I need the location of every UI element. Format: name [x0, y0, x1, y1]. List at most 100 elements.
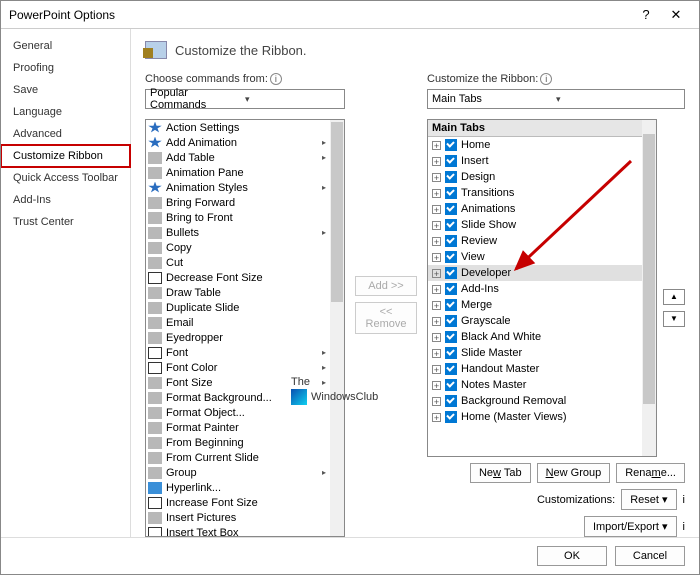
checkbox[interactable]	[445, 251, 457, 263]
import-export-button[interactable]: Import/Export ▾	[584, 516, 677, 537]
command-item[interactable]: Animation Styles▸	[146, 180, 330, 195]
command-item[interactable]: Font Size▸	[146, 375, 330, 390]
expand-icon[interactable]: +	[432, 381, 441, 390]
command-item[interactable]: Animation Pane	[146, 165, 330, 180]
cancel-button[interactable]: Cancel	[615, 546, 685, 566]
command-item[interactable]: Bring Forward	[146, 195, 330, 210]
expand-icon[interactable]: +	[432, 189, 441, 198]
expand-icon[interactable]: +	[432, 365, 441, 374]
expand-icon[interactable]: +	[432, 269, 441, 278]
command-item[interactable]: Format Background...	[146, 390, 330, 405]
checkbox[interactable]	[445, 331, 457, 343]
expand-icon[interactable]: +	[432, 349, 441, 358]
tab-item-handout-master[interactable]: +Handout Master	[428, 361, 642, 377]
checkbox[interactable]	[445, 363, 457, 375]
command-item[interactable]: Bring to Front	[146, 210, 330, 225]
sidebar-item-trust-center[interactable]: Trust Center	[1, 211, 130, 233]
expand-icon[interactable]: +	[432, 173, 441, 182]
tab-item-merge[interactable]: +Merge	[428, 297, 642, 313]
scrollbar[interactable]	[330, 120, 344, 536]
tab-item-notes-master[interactable]: +Notes Master	[428, 377, 642, 393]
expand-icon[interactable]: +	[432, 205, 441, 214]
checkbox[interactable]	[445, 235, 457, 247]
checkbox[interactable]	[445, 283, 457, 295]
checkbox[interactable]	[445, 299, 457, 311]
sidebar-item-quick-access-toolbar[interactable]: Quick Access Toolbar	[1, 167, 130, 189]
tab-item-developer[interactable]: +Developer	[428, 265, 642, 281]
checkbox[interactable]	[445, 219, 457, 231]
tab-item-home-master-views-[interactable]: +Home (Master Views)	[428, 409, 642, 425]
command-item[interactable]: From Beginning	[146, 435, 330, 450]
checkbox[interactable]	[445, 187, 457, 199]
command-item[interactable]: Font▸	[146, 345, 330, 360]
tab-item-insert[interactable]: +Insert	[428, 153, 642, 169]
rename-button[interactable]: Rename...	[616, 463, 685, 483]
move-down-button[interactable]: ▼	[663, 311, 685, 327]
tab-item-black-and-white[interactable]: +Black And White	[428, 329, 642, 345]
tab-item-view[interactable]: +View	[428, 249, 642, 265]
checkbox[interactable]	[445, 395, 457, 407]
reset-button[interactable]: Reset ▾	[621, 489, 676, 510]
command-item[interactable]: Group▸	[146, 465, 330, 480]
command-item[interactable]: Eyedropper	[146, 330, 330, 345]
command-item[interactable]: Draw Table	[146, 285, 330, 300]
command-item[interactable]: Format Object...	[146, 405, 330, 420]
tab-item-background-removal[interactable]: +Background Removal	[428, 393, 642, 409]
move-up-button[interactable]: ▲	[663, 289, 685, 305]
command-item[interactable]: Bullets▸	[146, 225, 330, 240]
expand-icon[interactable]: +	[432, 317, 441, 326]
checkbox[interactable]	[445, 411, 457, 423]
sidebar-item-customize-ribbon[interactable]: Customize Ribbon	[1, 145, 130, 167]
tab-item-home[interactable]: +Home	[428, 137, 642, 153]
tab-item-animations[interactable]: +Animations	[428, 201, 642, 217]
expand-icon[interactable]: +	[432, 397, 441, 406]
help-icon[interactable]: ?	[631, 7, 661, 22]
expand-icon[interactable]: +	[432, 333, 441, 342]
sidebar-item-general[interactable]: General	[1, 35, 130, 57]
tab-item-grayscale[interactable]: +Grayscale	[428, 313, 642, 329]
command-item[interactable]: Insert Pictures	[146, 510, 330, 525]
checkbox[interactable]	[445, 315, 457, 327]
new-group-button[interactable]: New Group	[537, 463, 611, 483]
command-item[interactable]: Insert Text Box	[146, 525, 330, 537]
checkbox[interactable]	[445, 347, 457, 359]
sidebar-item-add-ins[interactable]: Add-Ins	[1, 189, 130, 211]
sidebar-item-language[interactable]: Language	[1, 101, 130, 123]
command-item[interactable]: Add Table▸	[146, 150, 330, 165]
ok-button[interactable]: OK	[537, 546, 607, 566]
command-item[interactable]: Font Color▸	[146, 360, 330, 375]
command-item[interactable]: From Current Slide	[146, 450, 330, 465]
expand-icon[interactable]: +	[432, 221, 441, 230]
tab-item-slide-master[interactable]: +Slide Master	[428, 345, 642, 361]
info-icon[interactable]: i	[683, 494, 685, 506]
command-item[interactable]: Hyperlink...	[146, 480, 330, 495]
info-icon[interactable]: i	[683, 521, 685, 533]
tab-item-review[interactable]: +Review	[428, 233, 642, 249]
sidebar-item-advanced[interactable]: Advanced	[1, 123, 130, 145]
new-tab-button[interactable]: New Tab	[470, 463, 531, 483]
commands-list[interactable]: Action SettingsAdd Animation▸Add Table▸A…	[145, 119, 345, 537]
expand-icon[interactable]: +	[432, 157, 441, 166]
checkbox[interactable]	[445, 171, 457, 183]
command-item[interactable]: Add Animation▸	[146, 135, 330, 150]
checkbox[interactable]	[445, 139, 457, 151]
expand-icon[interactable]: +	[432, 253, 441, 262]
command-item[interactable]: Increase Font Size	[146, 495, 330, 510]
expand-icon[interactable]: +	[432, 285, 441, 294]
tab-item-design[interactable]: +Design	[428, 169, 642, 185]
sidebar-item-proofing[interactable]: Proofing	[1, 57, 130, 79]
expand-icon[interactable]: +	[432, 301, 441, 310]
info-icon[interactable]: i	[270, 73, 282, 85]
tab-item-slide-show[interactable]: +Slide Show	[428, 217, 642, 233]
commands-from-dropdown[interactable]: Popular Commands▾	[145, 89, 345, 109]
expand-icon[interactable]: +	[432, 413, 441, 422]
command-item[interactable]: Action Settings	[146, 120, 330, 135]
tab-item-add-ins[interactable]: +Add-Ins	[428, 281, 642, 297]
checkbox[interactable]	[445, 203, 457, 215]
close-icon[interactable]: ✕	[661, 7, 691, 23]
command-item[interactable]: Copy	[146, 240, 330, 255]
sidebar-item-save[interactable]: Save	[1, 79, 130, 101]
tabs-tree[interactable]: Main Tabs +Home+Insert+Design+Transition…	[427, 119, 657, 457]
expand-icon[interactable]: +	[432, 237, 441, 246]
checkbox[interactable]	[445, 155, 457, 167]
